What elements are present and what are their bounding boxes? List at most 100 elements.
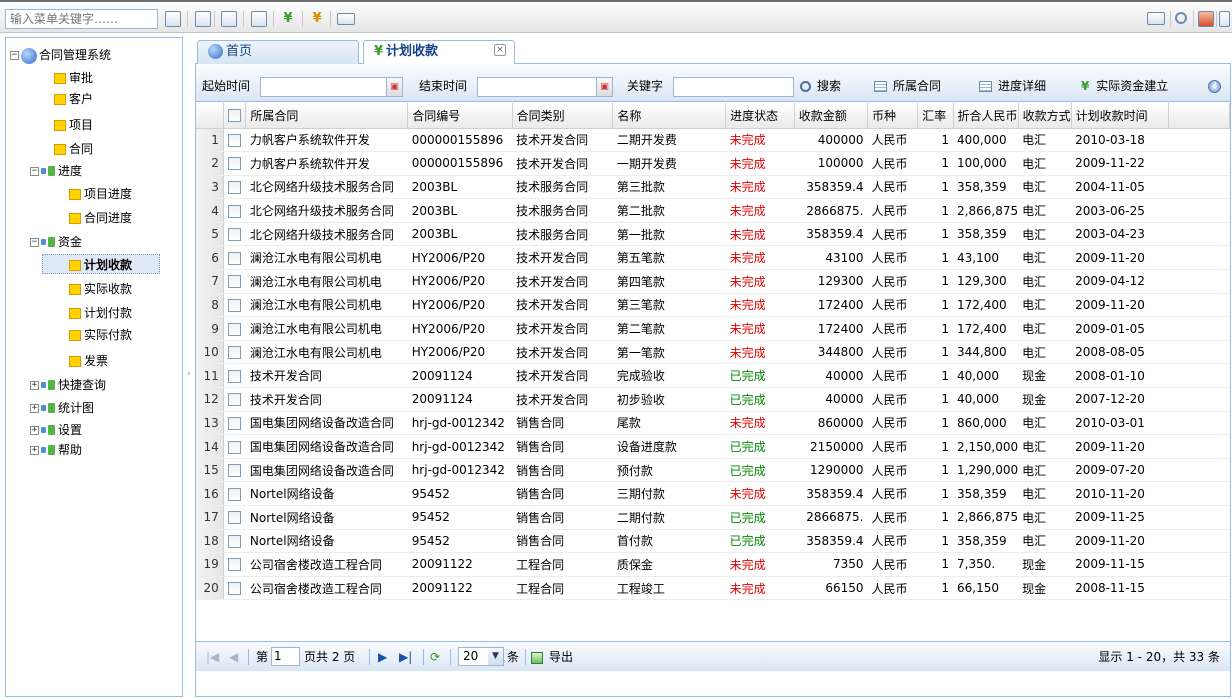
calendar-icon[interactable]: ▣ [387,77,403,97]
tab-home[interactable]: 首页 [197,40,359,65]
select-all-header[interactable] [223,103,247,129]
collapse-arrow-icon[interactable]: ‹ [187,369,191,379]
prev-page-icon[interactable]: ◀ [229,649,238,665]
collapse-icon[interactable]: − [30,167,39,176]
tree-item-actual-receipts[interactable]: 实际收款 [69,279,132,299]
table-row[interactable]: 13 国电集团网络设备改造合同 hrj-gd-0012342 销售合同 尾款 未完成 860… [196,411,1230,436]
tree-root[interactable]: − 合同管理系统 [10,45,111,65]
column-header[interactable]: 收款方式 [1018,103,1072,129]
table-row[interactable]: 17 Nortel网络设备 95452 销售合同 二期付款 已完成 2866875. 人民币 1… [196,505,1230,530]
search-button[interactable]: 搜索 [800,78,841,94]
row-select-cell[interactable] [223,529,246,554]
mail-icon[interactable] [1147,12,1165,25]
select-all-checkbox[interactable] [227,109,241,123]
row-select-cell[interactable] [223,576,246,601]
row-select-cell[interactable] [223,151,246,176]
expand-icon[interactable]: + [30,381,39,390]
chevron-down-icon[interactable]: ▼ [488,648,503,665]
progress-detail-button[interactable]: 进度详细 [979,78,1046,94]
column-header[interactable]: 所属合同 [245,103,409,129]
expand-icon[interactable]: + [30,446,39,455]
row-checkbox[interactable] [227,440,241,454]
table-row[interactable]: 16 Nortel网络设备 95452 销售合同 三期付款 未完成 358359.4 人民币 1… [196,481,1230,506]
tree-group-settings[interactable]: + 设置 [30,420,82,440]
tree-item-customer[interactable]: 客户 [54,89,93,109]
table-row[interactable]: 12 技术开发合同 20091124 技术开发合同 初步验收 已完成 40000 人民币 1 40… [196,387,1230,412]
row-checkbox[interactable] [227,157,241,171]
table-row[interactable]: 1 力帆客户系统软件开发 000000155896 技术开发合同 二期开发费 未完成 400… [196,128,1230,153]
window-icon[interactable] [221,11,237,27]
row-select-cell[interactable] [223,175,246,200]
tree-item-contract-progress[interactable]: 合同进度 [69,208,132,228]
yen-green-icon[interactable]: ¥ [280,11,296,27]
row-select-cell[interactable] [223,411,246,436]
close-icon[interactable]: × [494,44,506,56]
tree-group-quick-query[interactable]: + 快捷查询 [30,375,106,395]
row-checkbox[interactable] [227,582,241,596]
calendar-icon[interactable]: ▣ [597,77,613,97]
table-row[interactable]: 2 力帆客户系统软件开发 000000155896 技术开发合同 一期开发费 未完成 100… [196,151,1230,176]
row-checkbox[interactable] [227,393,241,407]
row-select-cell[interactable] [223,222,246,247]
row-select-cell[interactable] [223,198,246,223]
page-number-input[interactable]: 1 [271,647,300,666]
next-page-icon[interactable]: ▶ [378,649,387,665]
keyword-input[interactable] [673,77,794,97]
create-fund-button[interactable]: ¥ 实际资金建立 [1081,78,1168,94]
tree-group-funds[interactable]: − 资金 [30,232,82,252]
tab-planned-receipts[interactable]: ¥ 计划收款 × [363,40,515,65]
row-checkbox[interactable] [227,511,241,525]
yen-orange-icon[interactable]: ¥ [309,11,325,27]
row-select-cell[interactable] [223,340,246,365]
column-header[interactable]: 汇率 [917,103,954,129]
table-row[interactable]: 7 澜沧江水电有限公司机电 HY2006/P20 技术开发合同 第四笔款 未完成 12930… [196,269,1230,294]
table-row[interactable]: 20 公司宿舍楼改造工程合同 20091122 工程合同 工程竣工 未完成 66150 人民币… [196,576,1230,601]
column-header[interactable]: 折合人民币 [953,103,1019,129]
export-button[interactable]: 导出 [531,649,573,665]
table-row[interactable]: 10 澜沧江水电有限公司机电 HY2006/P20 技术开发合同 第一笔款 未完成 3448… [196,340,1230,365]
row-checkbox[interactable] [227,322,241,336]
table-row[interactable]: 6 澜沧江水电有限公司机电 HY2006/P20 技术开发合同 第五笔款 未完成 43100… [196,245,1230,271]
row-select-cell[interactable] [223,387,246,412]
page-size-select[interactable]: 20 ▼ [458,647,504,666]
last-page-icon[interactable]: ▶| [399,649,412,665]
column-header[interactable]: 合同编号 [407,103,513,129]
refresh-icon[interactable]: ⟳ [430,649,440,665]
row-checkbox[interactable] [227,251,241,265]
row-checkbox[interactable] [227,275,241,289]
row-select-cell[interactable] [223,552,246,577]
tree-item-invoices[interactable]: 发票 [69,351,108,371]
panel-splitter[interactable]: ‹ [185,37,193,697]
row-select-cell[interactable] [223,269,246,294]
tree-item-contract[interactable]: 合同 [54,139,93,159]
table-row[interactable]: 11 技术开发合同 20091124 技术开发合同 完成验收 已完成 40000 人民币 1 40… [196,363,1230,389]
tree-item-planned-receipts[interactable]: 计划收款 [42,254,160,274]
tree-item-planned-payments[interactable]: 计划付款 [69,303,132,323]
row-checkbox[interactable] [227,228,241,242]
row-checkbox[interactable] [227,416,241,430]
row-select-cell[interactable] [223,316,246,341]
column-header[interactable]: 进度状态 [725,103,795,129]
row-select-cell[interactable] [223,245,246,271]
save-icon[interactable] [1198,11,1214,27]
table-row[interactable]: 19 公司宿舍楼改造工程合同 20091122 工程合同 质保金 未完成 7350 人民币 1 7… [196,552,1230,577]
tree-item-actual-payments[interactable]: 实际付款 [69,325,132,345]
row-checkbox[interactable] [227,204,241,218]
tree-group-help[interactable]: + 帮助 [30,440,82,460]
layout-icon[interactable] [1219,11,1230,27]
expand-icon[interactable]: + [30,404,39,413]
row-checkbox[interactable] [227,346,241,360]
help-icon[interactable]: ? [1208,80,1221,93]
row-select-cell[interactable] [223,505,246,530]
row-select-cell[interactable] [223,363,246,389]
row-select-cell[interactable] [223,293,246,318]
table-row[interactable]: 14 国电集团网络设备改造合同 hrj-gd-0012342 销售合同 设备进度款 已完成… [196,434,1230,459]
tree-expand-icon[interactable] [165,11,181,27]
row-select-cell[interactable] [223,434,246,459]
contract-button[interactable]: 所属合同 [874,78,941,94]
grid-icon[interactable] [251,11,267,27]
tree-group-progress[interactable]: − 进度 [30,161,82,181]
table-row[interactable]: 4 北仑网络升级技术服务合同 2003BL 技术服务合同 第二批款 未完成 2866875.… [196,198,1230,223]
collapse-icon[interactable]: − [30,238,39,247]
row-select-cell[interactable] [223,458,246,483]
